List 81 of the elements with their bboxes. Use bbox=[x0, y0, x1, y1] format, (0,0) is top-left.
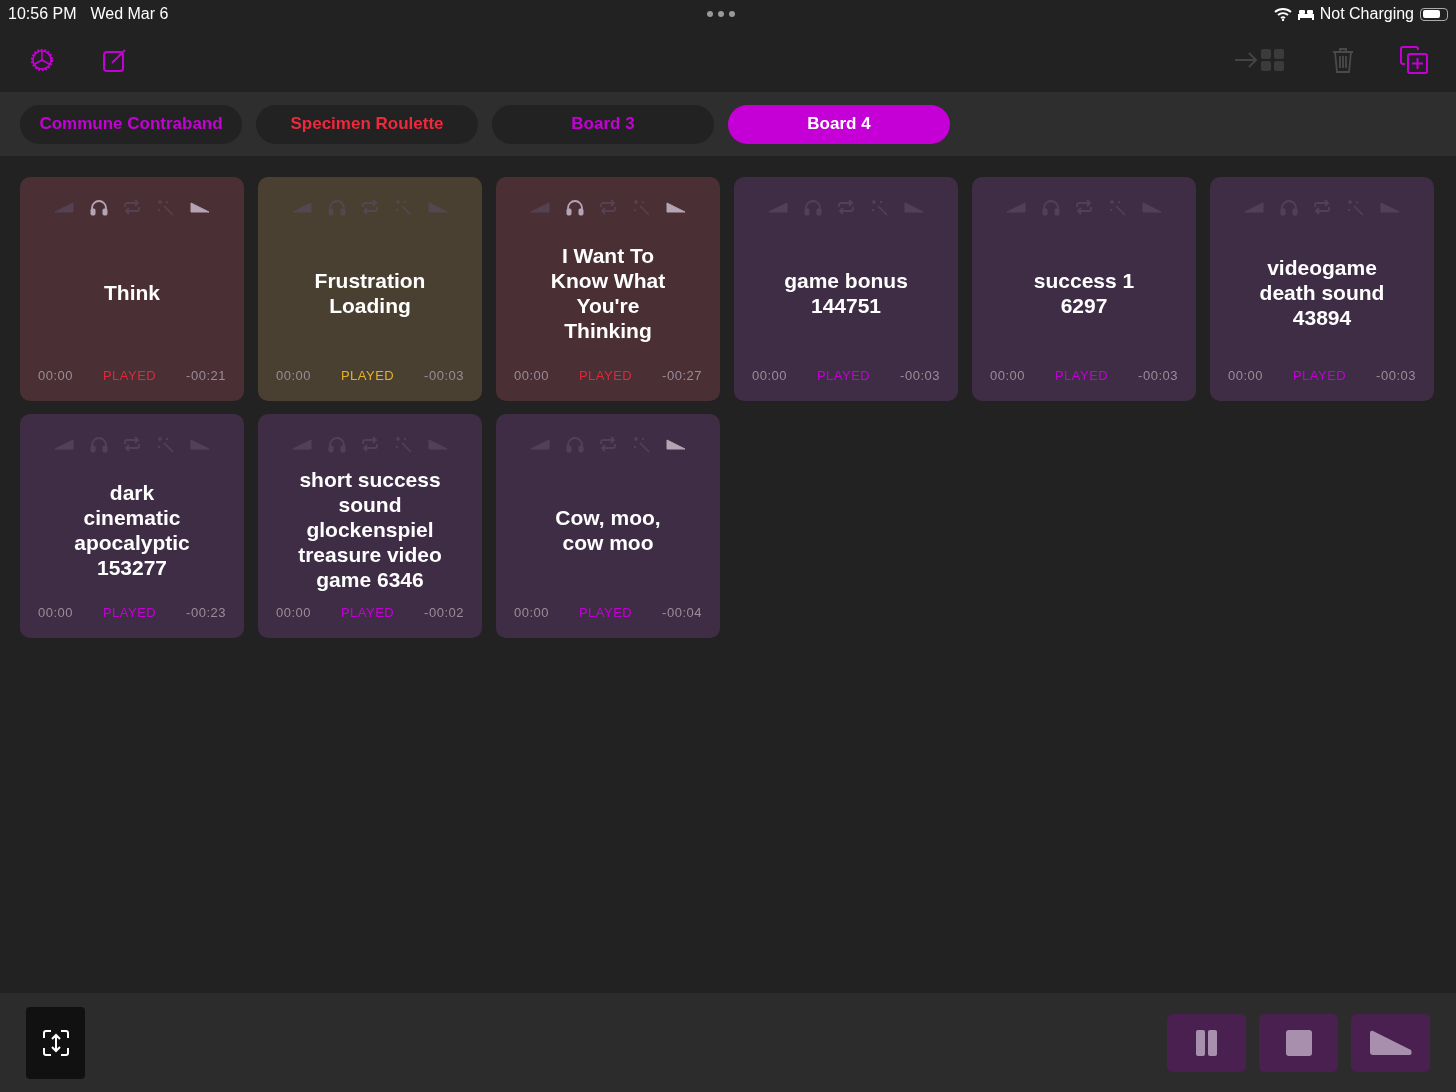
elapsed-time: 00:00 bbox=[38, 605, 74, 620]
charging-status: Not Charging bbox=[1319, 5, 1414, 23]
sound-title: Frustration Loading bbox=[313, 267, 427, 319]
loop-icon[interactable] bbox=[123, 199, 142, 215]
fade-in-icon[interactable] bbox=[53, 201, 74, 213]
sound-title: short success sound glockenspiel treasure video game 6346 bbox=[297, 467, 443, 593]
elapsed-time: 00:00 bbox=[276, 605, 312, 620]
elapsed-time: 00:00 bbox=[990, 368, 1026, 383]
add-copy-icon[interactable] bbox=[1400, 46, 1428, 74]
played-status: PLAYED bbox=[340, 368, 395, 383]
elapsed-time: 00:00 bbox=[514, 605, 550, 620]
sound-card[interactable]: videogame death sound 43894 00:00 PLAYED -00:03 bbox=[1210, 177, 1434, 401]
bed-icon bbox=[1297, 8, 1314, 20]
board-tab[interactable]: Specimen Roulette bbox=[256, 104, 478, 144]
magic-wand-icon[interactable] bbox=[395, 198, 413, 216]
played-status: PLAYED bbox=[1292, 368, 1347, 383]
fade-in-icon[interactable] bbox=[529, 201, 550, 213]
elapsed-time: 00:00 bbox=[38, 368, 74, 383]
played-status: PLAYED bbox=[102, 368, 157, 383]
played-status: PLAYED bbox=[102, 605, 157, 620]
pause-icon bbox=[1194, 1028, 1219, 1057]
status-time: 10:56 PM bbox=[8, 5, 77, 23]
elapsed-time: 00:00 bbox=[752, 368, 788, 383]
more-dots-icon[interactable] bbox=[706, 10, 737, 18]
sound-title: Cow, moo, cow moo bbox=[554, 504, 662, 556]
sound-card[interactable]: dark cinematic apocalyptic 153277 00:00 PLAYED -00:23 bbox=[20, 414, 244, 638]
played-status: PLAYED bbox=[578, 605, 633, 620]
fade-out-icon[interactable] bbox=[190, 201, 211, 213]
sound-title: Think bbox=[103, 280, 161, 306]
sound-card[interactable]: Frustration Loading 00:00 PLAYED -00:03 bbox=[258, 177, 482, 401]
remaining-time: -00:03 bbox=[900, 368, 940, 383]
move-to-grid-icon[interactable] bbox=[1234, 48, 1286, 72]
played-status: PLAYED bbox=[578, 368, 633, 383]
settings-icon[interactable] bbox=[28, 46, 56, 74]
sound-card[interactable]: Cow, moo, cow moo 00:00 PLAYED -00:04 bbox=[496, 414, 720, 638]
stop-icon bbox=[1284, 1028, 1313, 1057]
pause-button[interactable] bbox=[1167, 1013, 1246, 1072]
loop-icon[interactable] bbox=[599, 199, 618, 215]
headphones-icon[interactable] bbox=[89, 198, 108, 216]
sound-card[interactable]: short success sound glockenspiel treasure video game 6346 00:00 PLAYED -00:02 bbox=[258, 414, 482, 638]
wifi-icon bbox=[1273, 7, 1292, 21]
sound-title: I Want To Know What You're Thinking bbox=[549, 242, 667, 344]
fullscreen-button[interactable] bbox=[26, 1006, 85, 1079]
elapsed-time: 00:00 bbox=[1228, 368, 1264, 383]
sound-title: game bonus 144751 bbox=[783, 267, 909, 319]
board-tab[interactable]: Board 4 bbox=[728, 104, 950, 144]
remaining-time: -00:21 bbox=[186, 368, 226, 383]
sound-card[interactable]: success 1 6297 00:00 PLAYED -00:03 bbox=[972, 177, 1196, 401]
fade-out-icon[interactable] bbox=[666, 201, 687, 213]
fade-in-icon[interactable] bbox=[291, 201, 312, 213]
fade-out-icon[interactable] bbox=[666, 438, 687, 450]
battery-icon bbox=[1420, 7, 1448, 21]
sound-title: success 1 6297 bbox=[1032, 267, 1136, 319]
played-status: PLAYED bbox=[340, 605, 395, 620]
edit-icon[interactable] bbox=[102, 47, 128, 73]
played-status: PLAYED bbox=[816, 368, 871, 383]
magic-wand-icon[interactable] bbox=[633, 198, 651, 216]
stop-button[interactable] bbox=[1259, 1013, 1338, 1072]
remaining-time: -00:03 bbox=[1138, 368, 1178, 383]
sound-card[interactable]: Think 00:00 PLAYED -00:21 bbox=[20, 177, 244, 401]
status-date: Wed Mar 6 bbox=[90, 5, 169, 23]
played-status: PLAYED bbox=[1054, 368, 1109, 383]
elapsed-time: 00:00 bbox=[514, 368, 550, 383]
fade-out-icon bbox=[1368, 1029, 1413, 1056]
sound-card[interactable]: game bonus 144751 00:00 PLAYED -00:03 bbox=[734, 177, 958, 401]
magic-wand-icon[interactable] bbox=[157, 198, 175, 216]
remaining-time: -00:02 bbox=[424, 605, 464, 620]
loop-icon[interactable] bbox=[361, 199, 380, 215]
remaining-time: -00:27 bbox=[662, 368, 702, 383]
sound-title: videogame death sound 43894 bbox=[1258, 255, 1386, 331]
expand-arrows-icon bbox=[40, 1027, 71, 1058]
remaining-time: -00:03 bbox=[424, 368, 464, 383]
trash-icon[interactable] bbox=[1332, 47, 1354, 73]
remaining-time: -00:04 bbox=[662, 605, 702, 620]
remaining-time: -00:03 bbox=[1376, 368, 1416, 383]
sound-title: dark cinematic apocalyptic 153277 bbox=[73, 479, 191, 581]
fade-out-button[interactable] bbox=[1351, 1013, 1430, 1072]
remaining-time: -00:23 bbox=[186, 605, 226, 620]
elapsed-time: 00:00 bbox=[276, 368, 312, 383]
sound-card[interactable]: I Want To Know What You're Thinking 00:00 PLAYED -00:27 bbox=[496, 177, 720, 401]
headphones-icon[interactable] bbox=[565, 198, 584, 216]
